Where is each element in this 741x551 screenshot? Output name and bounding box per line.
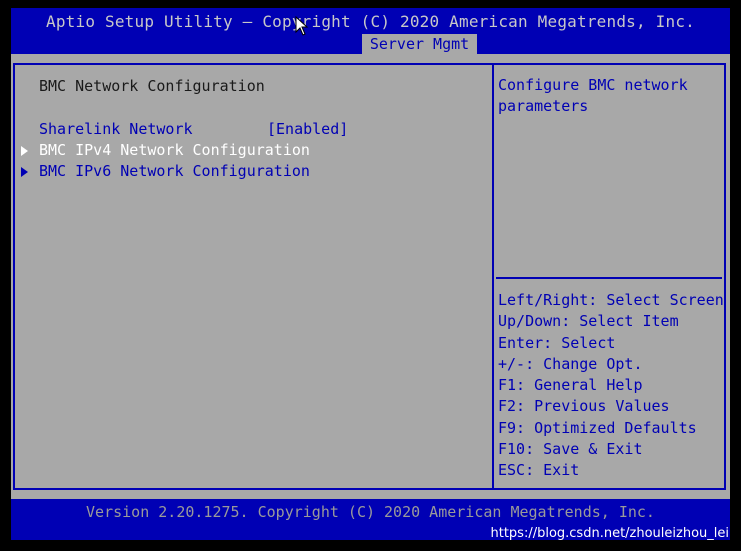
submenu-arrow-icon — [21, 146, 28, 156]
key-hint: F10: Save & Exit — [498, 440, 643, 459]
menu-item-sharelink-network[interactable]: Sharelink Network [Enabled] — [39, 120, 348, 138]
header-bar: Aptio Setup Utility – Copyright (C) 2020… — [11, 8, 730, 54]
key-hint: Enter: Select — [498, 333, 616, 352]
key-hint: F1: General Help — [498, 376, 643, 395]
watermark-url: https://blog.csdn.net/zhouleizhou_lei — [490, 526, 729, 541]
tab-server-mgmt[interactable]: Server Mgmt — [362, 34, 477, 54]
menu-item-label: Sharelink Network — [39, 120, 193, 138]
menu-item-bmc-ipv4[interactable]: BMC IPv4 Network Configuration — [39, 141, 310, 159]
key-hint: +/-: Change Opt. — [498, 354, 643, 373]
help-text: Configure BMC network parameters — [498, 76, 688, 115]
key-hint: Left/Right: Select Screen — [498, 291, 724, 309]
key-hint: F9: Optimized Defaults — [498, 418, 697, 437]
key-hint: Up/Down: Select Item — [498, 312, 679, 331]
key-legend: Left/Right: Select Screen Up/Down: Selec… — [498, 290, 724, 482]
key-hint: F2: Previous Values — [498, 397, 670, 416]
version-text: Version 2.20.1275. Copyright (C) 2020 Am… — [86, 503, 655, 521]
app-title: Aptio Setup Utility – Copyright (C) 2020… — [46, 12, 695, 31]
section-title: BMC Network Configuration — [39, 77, 265, 95]
bios-screen: Aptio Setup Utility – Copyright (C) 2020… — [11, 8, 730, 540]
sharelink-network-value[interactable]: [Enabled] — [267, 120, 348, 138]
mouse-pointer-icon — [295, 16, 309, 36]
menu-item-label: BMC IPv4 Network Configuration — [39, 141, 310, 159]
main-frame: BMC Network Configuration Sharelink Netw… — [13, 63, 726, 490]
submenu-arrow-icon — [21, 167, 28, 177]
menu-item-bmc-ipv6[interactable]: BMC IPv6 Network Configuration — [39, 162, 310, 180]
menu-item-label: BMC IPv6 Network Configuration — [39, 162, 310, 180]
key-hint: ESC: Exit — [498, 461, 580, 480]
pane-divider — [492, 65, 494, 488]
help-divider — [496, 277, 722, 279]
